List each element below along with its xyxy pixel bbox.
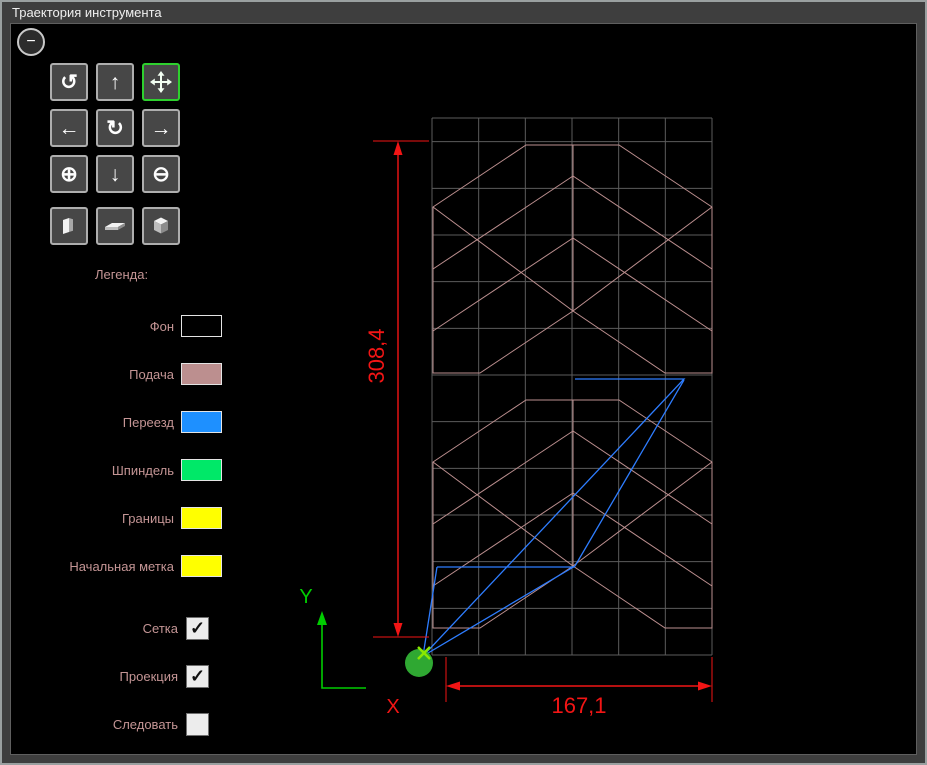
projection-checkbox[interactable]: ✓ bbox=[186, 664, 209, 688]
zoom-out-icon: ⊖ bbox=[152, 162, 170, 186]
option-label: Следовать bbox=[112, 716, 178, 732]
axis-lines bbox=[321, 621, 366, 689]
zoom-in-icon: ⊕ bbox=[60, 162, 78, 186]
x-axis-label: X bbox=[386, 696, 399, 718]
view-side-button[interactable] bbox=[50, 207, 88, 245]
rotate-ccw-icon: ↺ bbox=[60, 70, 78, 94]
dim-arrow bbox=[393, 141, 403, 155]
follow-checkbox[interactable] bbox=[186, 712, 209, 736]
rotate-cw-icon: ↻ bbox=[106, 116, 124, 140]
arrow-down-icon: ↓ bbox=[109, 162, 121, 186]
move-4way-icon bbox=[150, 71, 172, 93]
dim-arrow bbox=[446, 681, 460, 691]
view-iso-button[interactable] bbox=[142, 207, 180, 245]
view-preset-toolbar bbox=[50, 207, 180, 245]
iso-view-icon bbox=[154, 217, 168, 234]
legend-title: Легенда: bbox=[95, 267, 149, 282]
check-icon: ✓ bbox=[189, 618, 206, 638]
arrow-right-icon: → bbox=[150, 116, 172, 140]
dim-label-height: 308,4 bbox=[364, 328, 389, 383]
arrow-left-icon: ← bbox=[58, 116, 80, 140]
origin-marker bbox=[405, 649, 433, 677]
feed-path bbox=[432, 237, 574, 332]
y-axis-label: Y bbox=[299, 586, 312, 608]
feed-path bbox=[572, 237, 713, 332]
option-label: Сетка bbox=[142, 620, 178, 636]
legend-label: Переезд bbox=[122, 414, 174, 430]
bounds-color-swatch bbox=[181, 507, 222, 529]
grid-checkbox[interactable]: ✓ bbox=[186, 616, 209, 640]
view-toolbar: ↺ ↑ ← ↻ → ⊕ ↓ ⊖ bbox=[50, 63, 180, 193]
feed-path bbox=[432, 492, 574, 587]
option-label: Проекция bbox=[119, 668, 178, 684]
feed-color-swatch bbox=[181, 363, 222, 385]
view-top-button[interactable] bbox=[96, 207, 134, 245]
legend-item-background: Фон bbox=[20, 314, 222, 338]
dim-arrow bbox=[698, 681, 712, 691]
legend-item-bounds: Границы bbox=[20, 506, 222, 530]
spindle-color-swatch bbox=[181, 459, 222, 481]
legend-item-spindle: Шпиндель bbox=[20, 458, 222, 482]
option-projection: Проекция ✓ bbox=[20, 664, 209, 688]
option-follow: Следовать bbox=[20, 712, 209, 736]
legend-label: Границы bbox=[122, 510, 174, 526]
reset-view-button[interactable]: ↻ bbox=[96, 109, 134, 147]
top-view-icon bbox=[105, 223, 125, 230]
legend-label: Начальная метка bbox=[69, 558, 174, 574]
zoom-out-button[interactable]: ⊖ bbox=[142, 155, 180, 193]
rapid-color-swatch bbox=[181, 411, 222, 433]
legend-item-feed: Подача bbox=[20, 362, 222, 386]
legend-label: Шпиндель bbox=[111, 462, 174, 478]
axis-arrow bbox=[317, 611, 327, 625]
pan-up-button[interactable]: ↑ bbox=[96, 63, 134, 101]
legend-label: Фон bbox=[149, 318, 174, 334]
rotate-view-button[interactable]: ↺ bbox=[50, 63, 88, 101]
pan-right-button[interactable]: → bbox=[142, 109, 180, 147]
legend-item-startmark: Начальная метка bbox=[20, 554, 222, 578]
arrow-up-icon: ↑ bbox=[109, 70, 121, 94]
collapse-button[interactable]: − bbox=[17, 28, 45, 56]
background-color-swatch bbox=[181, 315, 222, 337]
move-view-button[interactable] bbox=[142, 63, 180, 101]
zoom-in-button[interactable]: ⊕ bbox=[50, 155, 88, 193]
check-icon: ✓ bbox=[189, 666, 206, 686]
side-view-icon bbox=[63, 218, 73, 234]
dim-arrow bbox=[393, 623, 403, 637]
legend-label: Подача bbox=[129, 366, 174, 382]
option-grid: Сетка ✓ bbox=[20, 616, 209, 640]
window-title: Траектория инструмента bbox=[12, 5, 162, 20]
legend-item-rapid: Переезд bbox=[20, 410, 222, 434]
minus-icon: − bbox=[26, 33, 36, 50]
feed-path bbox=[572, 492, 713, 587]
pan-left-button[interactable]: ← bbox=[50, 109, 88, 147]
pan-down-button[interactable]: ↓ bbox=[96, 155, 134, 193]
startmark-color-swatch bbox=[181, 555, 222, 577]
dim-label-width: 167,1 bbox=[551, 693, 606, 718]
